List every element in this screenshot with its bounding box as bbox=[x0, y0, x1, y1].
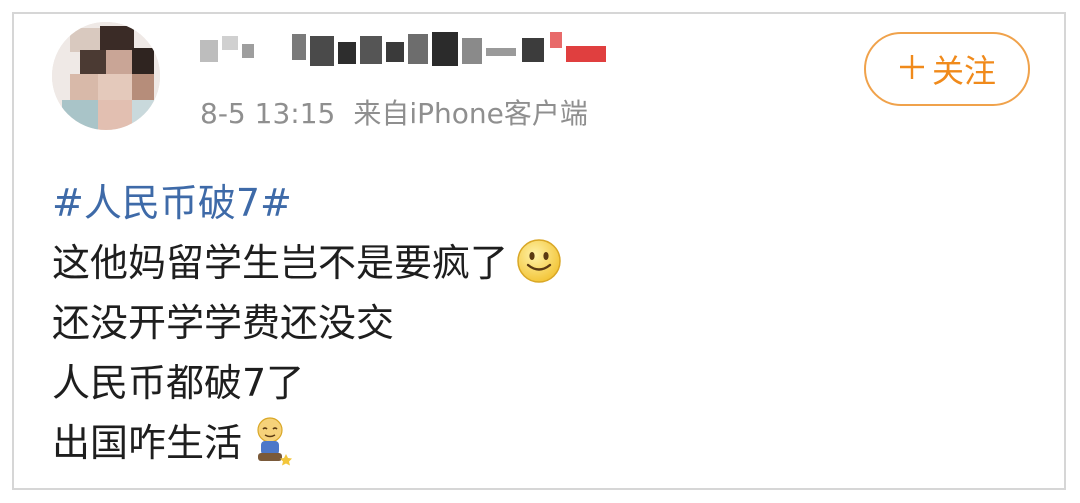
post-text-line: 还没开学学费还没交 bbox=[52, 301, 395, 345]
plus-icon bbox=[898, 49, 926, 90]
post-text-line-4: 出国咋生活 bbox=[52, 421, 243, 465]
post-meta: 8-5 13:15 来自iPhone客户端 bbox=[200, 92, 588, 132]
username-obscured[interactable] bbox=[200, 26, 620, 76]
kneeling-emoji-icon bbox=[250, 416, 296, 475]
follow-button[interactable]: 关注 bbox=[864, 32, 1030, 106]
hashtag-link[interactable]: #人民币破7# bbox=[52, 172, 292, 227]
avatar[interactable] bbox=[52, 22, 160, 130]
post-time: 8-5 13:15 bbox=[200, 97, 336, 130]
post-text-line: 这他妈留学生岂不是要疯了 bbox=[52, 232, 562, 293]
post-text-line: 人民币都破7了 bbox=[52, 361, 305, 405]
post-source[interactable]: 来自iPhone客户端 bbox=[353, 97, 588, 130]
post-text-line-1: 这他妈留学生岂不是要疯了 bbox=[52, 241, 509, 285]
follow-label: 关注 bbox=[931, 52, 996, 90]
post-text-line: 出国咋生活 bbox=[52, 412, 296, 475]
smile-emoji-icon bbox=[516, 238, 562, 293]
